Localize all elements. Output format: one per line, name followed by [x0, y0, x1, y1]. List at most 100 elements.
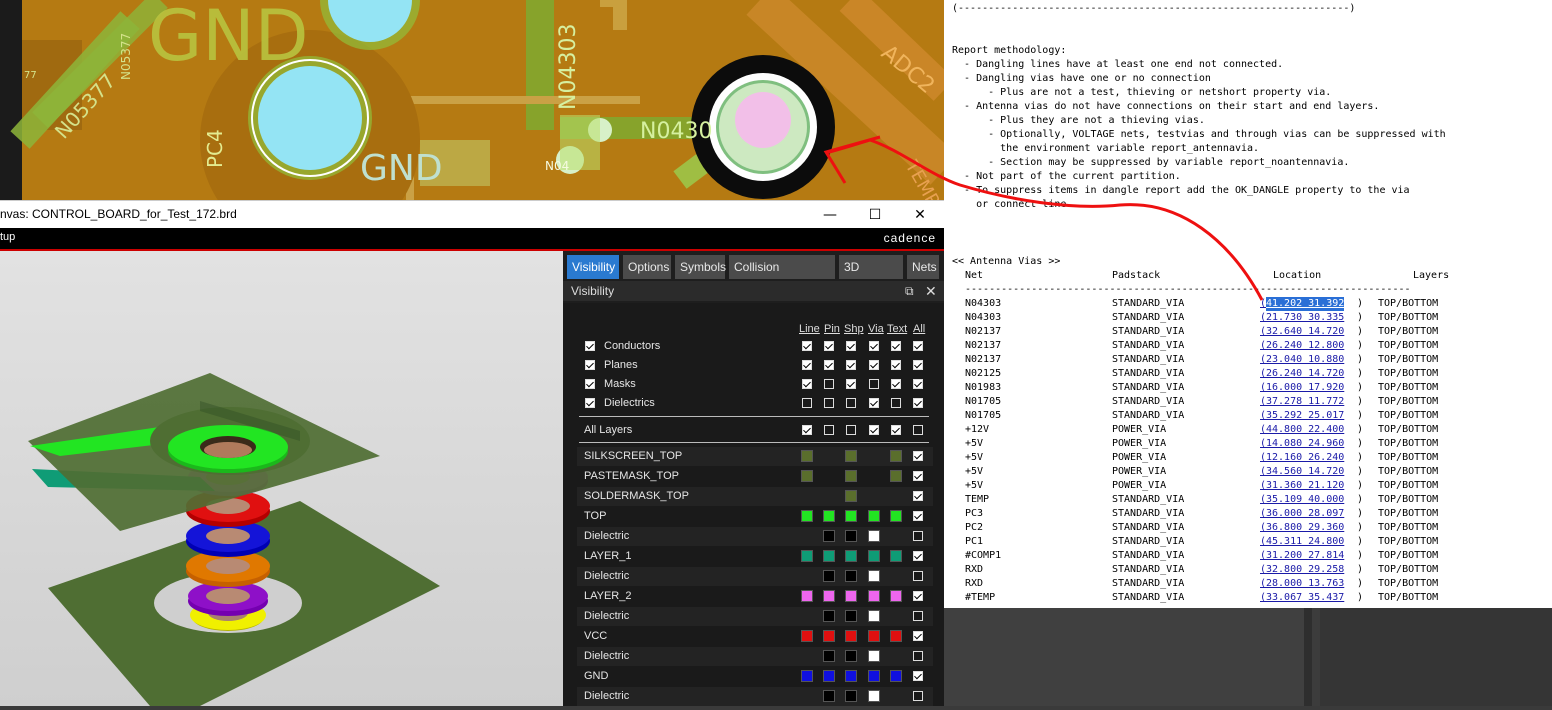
layer-color-swatch[interactable]	[823, 610, 835, 622]
visibility-checkbox[interactable]	[824, 398, 834, 408]
maximize-icon[interactable]: ☐	[855, 203, 895, 227]
layer-color-swatch[interactable]	[845, 470, 857, 482]
visibility-checkbox[interactable]	[846, 341, 856, 351]
layer-color-swatch[interactable]	[868, 590, 880, 602]
layer-color-swatch[interactable]	[801, 630, 813, 642]
visibility-checkbox[interactable]	[824, 341, 834, 351]
layer-color-swatch[interactable]	[845, 610, 857, 622]
visibility-checkbox[interactable]	[891, 398, 901, 408]
layer-color-swatch[interactable]	[823, 650, 835, 662]
visibility-checkbox[interactable]	[846, 379, 856, 389]
location-link[interactable]: 34.560 14.720	[1266, 465, 1344, 479]
layer-color-swatch[interactable]	[801, 550, 813, 562]
layer-color-swatch[interactable]	[823, 630, 835, 642]
3d-viewport[interactable]	[0, 251, 563, 706]
location-link[interactable]: 26.240 14.720	[1266, 367, 1344, 381]
layer-color-swatch[interactable]	[801, 590, 813, 602]
layer-all-checkbox[interactable]	[913, 691, 923, 701]
layer-color-swatch[interactable]	[890, 550, 902, 562]
visibility-checkbox[interactable]	[913, 379, 923, 389]
location-link[interactable]: 33.067 35.437	[1266, 591, 1344, 605]
location-link[interactable]: 31.200 27.814	[1266, 549, 1344, 563]
tab-collision-detection[interactable]: Collision Detection	[729, 255, 835, 298]
visibility-checkbox[interactable]	[891, 379, 901, 389]
layer-color-swatch[interactable]	[890, 670, 902, 682]
layer-color-swatch[interactable]	[845, 510, 857, 522]
group-checkbox[interactable]	[585, 379, 595, 389]
layer-color-swatch[interactable]	[845, 670, 857, 682]
menu-setup[interactable]: tup	[0, 231, 15, 243]
all-layers-checkbox[interactable]	[913, 425, 923, 435]
group-checkbox[interactable]	[585, 398, 595, 408]
layer-all-checkbox[interactable]	[913, 611, 923, 621]
layer-color-swatch[interactable]	[868, 550, 880, 562]
layer-color-swatch[interactable]	[845, 630, 857, 642]
layer-color-swatch[interactable]	[823, 670, 835, 682]
layer-color-swatch[interactable]	[823, 690, 835, 702]
layer-all-checkbox[interactable]	[913, 471, 923, 481]
location-link[interactable]: 21.730 30.335	[1266, 311, 1344, 325]
tab-visibility[interactable]: Visibility	[567, 255, 619, 279]
location-link[interactable]: 35.292 25.017	[1266, 409, 1344, 423]
visibility-checkbox[interactable]	[802, 341, 812, 351]
layer-color-swatch[interactable]	[890, 470, 902, 482]
layer-all-checkbox[interactable]	[913, 531, 923, 541]
layer-color-swatch[interactable]	[823, 510, 835, 522]
layer-all-checkbox[interactable]	[913, 551, 923, 561]
all-layers-checkbox[interactable]	[802, 425, 812, 435]
layer-all-checkbox[interactable]	[913, 671, 923, 681]
layer-color-swatch[interactable]	[845, 690, 857, 702]
visibility-checkbox[interactable]	[869, 379, 879, 389]
visibility-checkbox[interactable]	[891, 341, 901, 351]
location-link[interactable]: 28.000 13.763	[1266, 577, 1344, 591]
visibility-checkbox[interactable]	[802, 398, 812, 408]
tab-symbols[interactable]: Symbols	[675, 255, 726, 279]
visibility-checkbox[interactable]	[802, 360, 812, 370]
layer-color-swatch[interactable]	[868, 570, 880, 582]
location-link[interactable]: 36.800 29.360	[1266, 521, 1344, 535]
tab-3d-mapper[interactable]: 3D Mapper	[839, 255, 903, 298]
layer-all-checkbox[interactable]	[913, 571, 923, 581]
layer-color-swatch[interactable]	[823, 590, 835, 602]
layer-color-swatch[interactable]	[845, 490, 857, 502]
layer-color-swatch[interactable]	[845, 450, 857, 462]
layer-all-checkbox[interactable]	[913, 451, 923, 461]
location-link[interactable]: 37.278 11.772	[1266, 395, 1344, 409]
tab-nets[interactable]: Nets	[907, 255, 939, 279]
layer-all-checkbox[interactable]	[913, 591, 923, 601]
visibility-checkbox[interactable]	[846, 360, 856, 370]
location-link[interactable]: 31.360 21.120	[1266, 479, 1344, 493]
layer-color-swatch[interactable]	[868, 510, 880, 522]
layer-color-swatch[interactable]	[845, 570, 857, 582]
layer-color-swatch[interactable]	[823, 530, 835, 542]
visibility-checkbox[interactable]	[869, 398, 879, 408]
visibility-checkbox[interactable]	[913, 360, 923, 370]
window-titlebar[interactable]: nvas: CONTROL_BOARD_for_Test_172.brd — ☐…	[0, 200, 944, 229]
layer-color-swatch[interactable]	[890, 450, 902, 462]
visibility-checkbox[interactable]	[824, 379, 834, 389]
location-link[interactable]: 45.311 24.800	[1266, 535, 1344, 549]
layer-color-swatch[interactable]	[845, 550, 857, 562]
visibility-checkbox[interactable]	[802, 379, 812, 389]
group-checkbox[interactable]	[585, 341, 595, 351]
pcb-drawing[interactable]: GND N05377 N05377 N04303 ADC2 PC4 GND N0…	[0, 0, 944, 200]
layer-color-swatch[interactable]	[868, 690, 880, 702]
layer-color-swatch[interactable]	[801, 470, 813, 482]
layer-color-swatch[interactable]	[845, 530, 857, 542]
location-link[interactable]: 26.240 12.800	[1266, 339, 1344, 353]
layer-color-swatch[interactable]	[868, 650, 880, 662]
visibility-checkbox[interactable]	[846, 398, 856, 408]
location-link[interactable]: 14.080 24.960	[1266, 437, 1344, 451]
layer-color-swatch[interactable]	[801, 670, 813, 682]
visibility-checkbox[interactable]	[869, 360, 879, 370]
visibility-checkbox[interactable]	[913, 398, 923, 408]
layer-all-checkbox[interactable]	[913, 631, 923, 641]
layer-all-checkbox[interactable]	[913, 491, 923, 501]
layer-color-swatch[interactable]	[845, 590, 857, 602]
layer-color-swatch[interactable]	[868, 630, 880, 642]
all-layers-checkbox[interactable]	[824, 425, 834, 435]
location-link[interactable]: 23.040 10.880	[1266, 353, 1344, 367]
tab-options[interactable]: Options	[623, 255, 671, 279]
location-link[interactable]: 32.800 29.258	[1266, 563, 1344, 577]
visibility-checkbox[interactable]	[891, 360, 901, 370]
